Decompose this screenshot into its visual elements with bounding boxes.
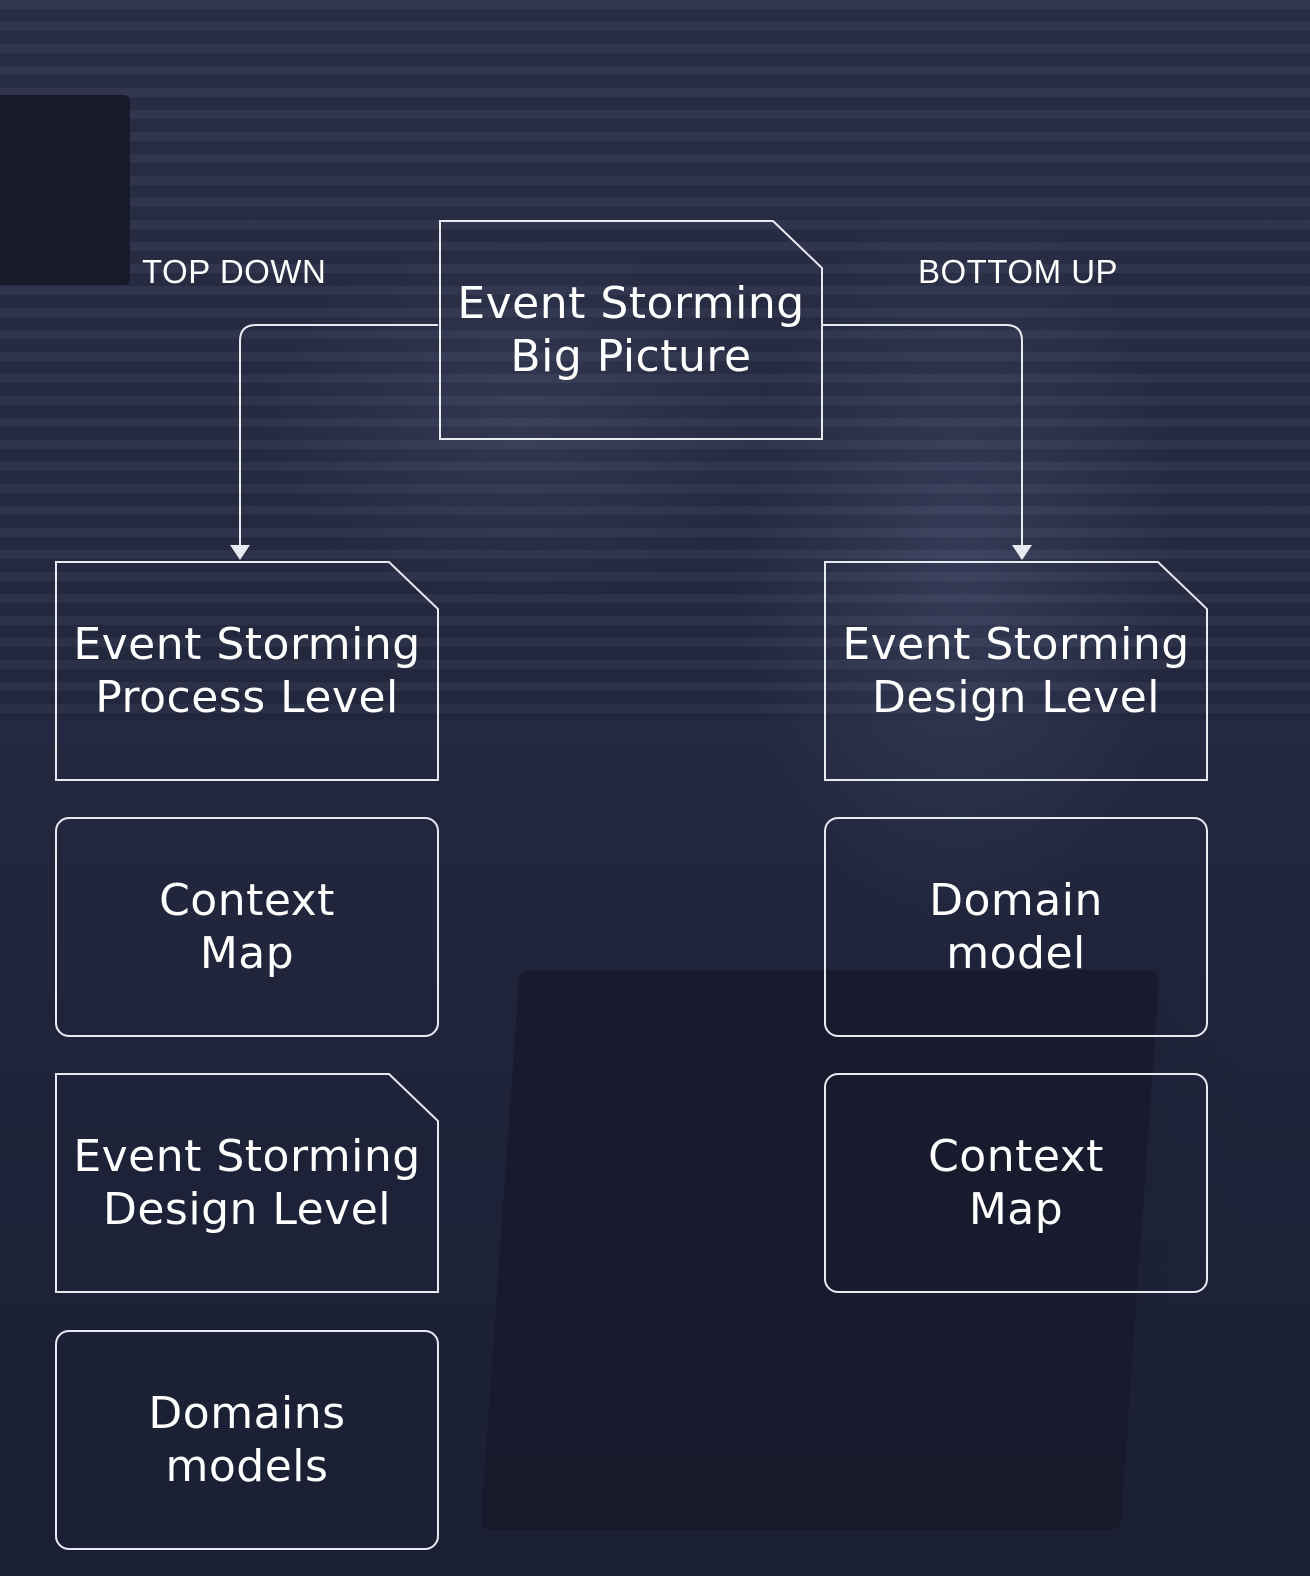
node-right-design-level: Event Storming Design Level [824, 561, 1208, 781]
node-line2: Map [968, 1184, 1064, 1235]
node-line1: Context [159, 875, 335, 926]
connector-bottom-up [823, 324, 1023, 545]
node-line2: Map [199, 928, 295, 979]
node-left-context-map: Context Map [55, 817, 439, 1037]
node-left-process-level: Event Storming Process Level [55, 561, 439, 781]
node-line2: Process Level [95, 672, 399, 723]
node-big-picture-line1: Event Storming [457, 278, 805, 329]
node-left-domains-models: Domains models [55, 1330, 439, 1550]
node-line2: models [165, 1441, 329, 1492]
node-left-design-level: Event Storming Design Level [55, 1073, 439, 1293]
connector-top-down [239, 324, 438, 545]
node-line2: Design Level [102, 1184, 392, 1235]
label-top-down: TOP DOWN [142, 253, 327, 290]
node-line1: Event Storming [73, 619, 421, 670]
node-line1: Context [928, 1131, 1104, 1182]
arrow-bottom-up-icon [1012, 545, 1032, 560]
label-bottom-up: BOTTOM UP [918, 253, 1119, 290]
node-big-picture: Event Storming Big Picture [439, 220, 823, 440]
node-line1: Event Storming [73, 1131, 421, 1182]
node-line2: model [946, 928, 1086, 979]
node-line1: Domain [929, 875, 1103, 926]
node-line1: Domains [148, 1388, 346, 1439]
node-line2: Design Level [871, 672, 1161, 723]
node-right-domain-model: Domain model [824, 817, 1208, 1037]
arrow-top-down-icon [230, 545, 250, 560]
node-big-picture-line2: Big Picture [510, 331, 752, 382]
node-right-context-map: Context Map [824, 1073, 1208, 1293]
node-line1: Event Storming [842, 619, 1190, 670]
